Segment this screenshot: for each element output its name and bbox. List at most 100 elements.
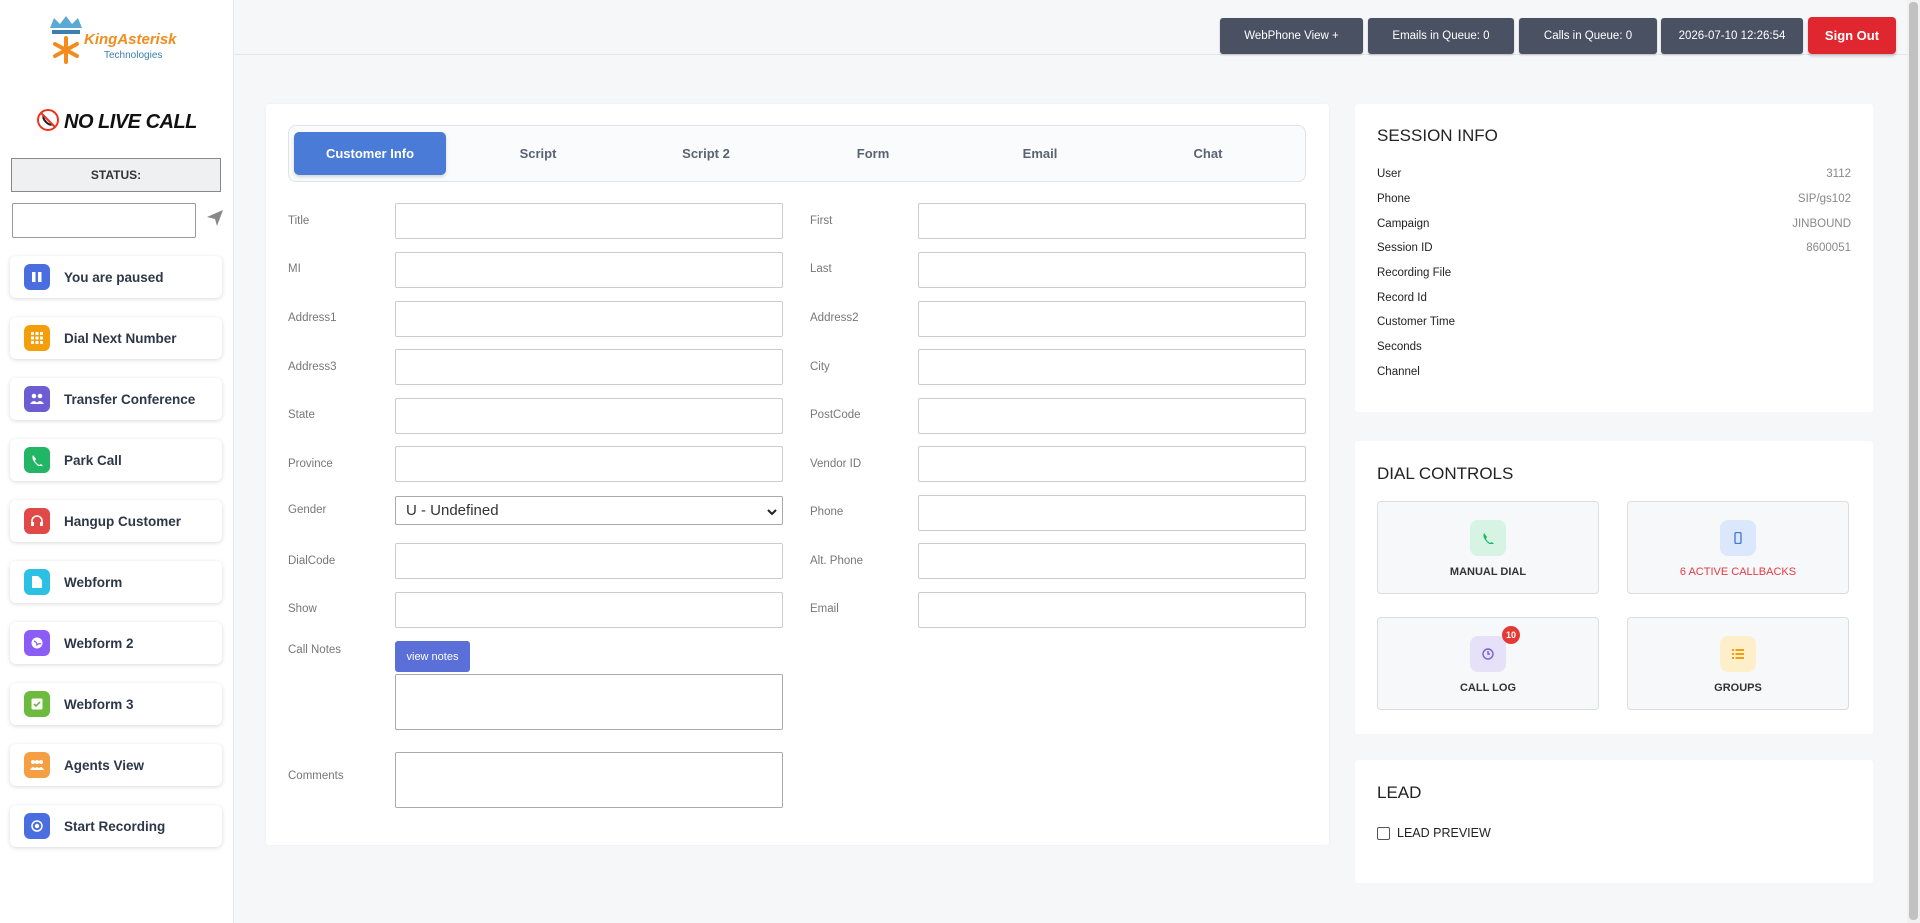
title-label: Title xyxy=(288,215,310,227)
status-label: STATUS: xyxy=(11,158,221,192)
dial-next-button[interactable]: Dial Next Number xyxy=(10,317,222,359)
lead-preview-checkbox[interactable] xyxy=(1377,826,1390,840)
webform-2-button[interactable]: Webform 2 xyxy=(10,622,222,664)
mobile-icon xyxy=(1720,520,1756,556)
session-info-panel: SESSION INFO User 3112 Phone SIP/gs102 Cam… xyxy=(1355,104,1873,412)
state-input[interactable] xyxy=(395,398,783,434)
tab-customer-info[interactable]: Customer Info xyxy=(294,132,446,175)
mi-input[interactable] xyxy=(395,252,783,288)
first-input[interactable] xyxy=(918,203,1306,239)
title-input[interactable] xyxy=(395,203,783,239)
call-log-button[interactable]: 10 CALL LOG xyxy=(1377,617,1599,710)
record-icon xyxy=(24,813,50,839)
webform-3-label: Webform 3 xyxy=(64,696,134,712)
dialcode-label: DialCode xyxy=(288,555,336,567)
groups-button[interactable]: GROUPS xyxy=(1627,617,1849,710)
active-callbacks-label: 6 ACTIVE CALLBACKS xyxy=(1679,566,1797,578)
lead-title: LEAD xyxy=(1377,783,1422,802)
send-icon[interactable] xyxy=(205,208,225,228)
dialcode-input[interactable] xyxy=(395,543,783,579)
city-label: City xyxy=(810,361,830,373)
headset-icon xyxy=(24,508,50,534)
manual-dial-label: MANUAL DIAL xyxy=(1449,566,1527,578)
chevron-down-icon xyxy=(766,505,778,517)
clock-icon: 10 xyxy=(1470,626,1520,672)
vendor-id-input[interactable] xyxy=(918,446,1306,482)
phone-icon xyxy=(1470,520,1506,556)
dial-controls-panel: DIAL CONTROLS MANUAL DIAL 6 ACTIVE CALLB… xyxy=(1355,441,1873,734)
webform-label: Webform xyxy=(64,574,123,590)
agents-view-button[interactable]: Agents View xyxy=(10,744,222,786)
agents-view-label: Agents View xyxy=(64,757,145,773)
tab-email[interactable]: Email xyxy=(964,132,1116,175)
city-input[interactable] xyxy=(918,349,1306,385)
groups-label: GROUPS xyxy=(1714,682,1762,694)
gender-select[interactable]: U - Undefined xyxy=(395,496,783,525)
lead-preview-label: LEAD PREVIEW xyxy=(1397,826,1491,840)
gender-value: U - Undefined xyxy=(406,502,499,519)
address3-input[interactable] xyxy=(395,349,783,385)
keypad-icon xyxy=(24,325,50,351)
comments-label: Comments xyxy=(288,770,344,782)
scrollbar-thumb[interactable] xyxy=(1909,2,1918,920)
vendor-id-label: Vendor ID xyxy=(810,458,862,470)
address2-input[interactable] xyxy=(918,301,1306,337)
tab-script-2[interactable]: Script 2 xyxy=(630,132,782,175)
tab-chat[interactable]: Chat xyxy=(1132,132,1284,175)
sign-out-button[interactable]: Sign Out xyxy=(1808,17,1896,54)
call-state-label: NO LIVE CALL xyxy=(64,111,197,133)
transfer-conference-button[interactable]: Transfer Conference xyxy=(10,378,222,420)
calls-queue-badge: Calls in Queue: 0 xyxy=(1519,18,1657,54)
manual-dial-button[interactable]: MANUAL DIAL xyxy=(1377,501,1599,594)
session-key: Channel xyxy=(1377,366,1420,378)
pause-label: You are paused xyxy=(64,269,164,285)
hangup-button[interactable]: Hangup Customer xyxy=(10,500,222,542)
active-callbacks-button[interactable]: 6 ACTIVE CALLBACKS xyxy=(1627,501,1849,594)
lead-preview-toggle[interactable]: LEAD PREVIEW xyxy=(1377,826,1491,840)
svg-text:KingAsterisk: KingAsterisk xyxy=(84,31,177,48)
show-input[interactable] xyxy=(395,592,783,628)
comments-textarea[interactable] xyxy=(395,752,783,808)
status-input[interactable] xyxy=(12,203,196,238)
show-label: Show xyxy=(288,603,317,615)
tab-script[interactable]: Script xyxy=(462,132,614,175)
province-input[interactable] xyxy=(395,446,783,482)
address1-input[interactable] xyxy=(395,301,783,337)
session-row: Phone SIP/gs102 xyxy=(1377,193,1851,205)
email-label: Email xyxy=(810,603,839,615)
session-key: Seconds xyxy=(1377,341,1422,353)
address2-label: Address2 xyxy=(810,312,859,324)
alt-phone-input[interactable] xyxy=(918,543,1306,579)
svg-text:Technologies: Technologies xyxy=(104,50,162,61)
gender-label: Gender xyxy=(288,504,327,516)
session-value: 3112 xyxy=(1826,168,1851,180)
state-label: State xyxy=(288,409,315,421)
view-notes-button[interactable]: view notes xyxy=(395,641,470,672)
webform-3-button[interactable]: Webform 3 xyxy=(10,683,222,725)
emails-queue-badge: Emails in Queue: 0 xyxy=(1368,18,1514,54)
session-row: Recording File xyxy=(1377,267,1851,279)
session-row: Campaign JINBOUND xyxy=(1377,218,1851,230)
start-recording-button[interactable]: Start Recording xyxy=(10,805,222,847)
transfer-conference-label: Transfer Conference xyxy=(64,391,196,407)
webform-button[interactable]: Webform xyxy=(10,561,222,603)
users-icon xyxy=(24,386,50,412)
session-row: Seconds xyxy=(1377,341,1851,353)
call-notes-textarea[interactable] xyxy=(395,674,783,730)
park-call-button[interactable]: Park Call xyxy=(10,439,222,481)
address1-label: Address1 xyxy=(288,312,337,324)
pause-button[interactable]: You are paused xyxy=(10,256,222,298)
park-call-label: Park Call xyxy=(64,452,122,468)
session-row: Record Id xyxy=(1377,292,1851,304)
phone-input[interactable] xyxy=(918,495,1306,531)
province-label: Province xyxy=(288,458,333,470)
checkbox-icon xyxy=(24,691,50,717)
session-key: Record Id xyxy=(1377,292,1427,304)
dial-controls-title: DIAL CONTROLS xyxy=(1377,464,1514,483)
tab-form[interactable]: Form xyxy=(797,132,949,175)
hangup-label: Hangup Customer xyxy=(64,513,182,529)
postcode-input[interactable] xyxy=(918,398,1306,434)
webphone-view-button[interactable]: WebPhone View + xyxy=(1220,18,1363,54)
last-input[interactable] xyxy=(918,252,1306,288)
email-input[interactable] xyxy=(918,592,1306,628)
